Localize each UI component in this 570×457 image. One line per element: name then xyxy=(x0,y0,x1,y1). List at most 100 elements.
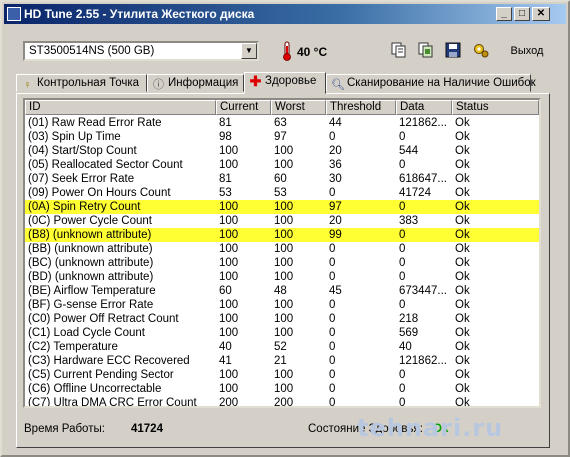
cell-data: 0 xyxy=(399,131,406,143)
exit-button[interactable]: Выход xyxy=(502,40,552,62)
tab-info-label: Информация xyxy=(168,77,239,89)
table-row[interactable]: (C7) Ultra DMA CRC Error Count 200 200 0 0 Ok xyxy=(25,396,539,408)
cell-status: Ok xyxy=(455,173,470,185)
cell-worst: 100 xyxy=(274,159,294,171)
table-row[interactable]: (03) Spin Up Time 98 97 0 0 Ok xyxy=(25,130,539,144)
tab-info[interactable]: ⓘ Информация xyxy=(147,74,244,92)
cell-status: Ok xyxy=(455,341,470,353)
cell-worst: 100 xyxy=(274,229,294,241)
cell-threshold: 99 xyxy=(329,229,342,241)
cell-threshold: 0 xyxy=(329,341,336,353)
health-icon: ✚ xyxy=(249,73,262,89)
drive-select[interactable]: ST3500514NS (500 GB) ▼ xyxy=(23,41,259,61)
column-header-data[interactable]: Data xyxy=(396,100,452,115)
table-row[interactable]: (C5) Current Pending Sector 100 100 0 0 Ok xyxy=(25,368,539,382)
cell-status: Ok xyxy=(455,145,470,157)
cell-threshold: 0 xyxy=(329,299,336,311)
title-bar[interactable]: HD Tune 2.55 - Утилита Жесткого диска _ … xyxy=(4,4,566,24)
cell-id: (C7) Ultra DMA CRC Error Count xyxy=(28,397,197,408)
cell-data: 0 xyxy=(399,271,406,283)
cell-id: (BE) Airflow Temperature xyxy=(28,285,156,297)
tab-error-scan-label: Сканирование на Наличие Ошибок xyxy=(347,77,536,89)
table-row[interactable]: (BF) G-sense Error Rate 100 100 0 0 Ok xyxy=(25,298,539,312)
cell-id: (BD) (unknown attribute) xyxy=(28,271,154,283)
save-icon[interactable] xyxy=(444,41,462,59)
table-row[interactable]: (C3) Hardware ECC Recovered 41 21 0 121862..… xyxy=(25,354,539,368)
table-row[interactable]: (BD) (unknown attribute) 100 100 0 0 Ok xyxy=(25,270,539,284)
cell-threshold: 0 xyxy=(329,383,336,395)
app-icon xyxy=(7,7,21,21)
tab-benchmark[interactable]: ♀ Контрольная Точка xyxy=(16,74,147,92)
table-row[interactable]: (01) Raw Read Error Rate 81 63 44 121862... O… xyxy=(25,116,539,130)
table-row[interactable]: (0C) Power Cycle Count 100 100 20 383 Ok xyxy=(25,214,539,228)
cell-data: 673447... xyxy=(399,285,447,297)
column-header-worst[interactable]: Worst xyxy=(271,100,326,115)
cell-id: (BB) (unknown attribute) xyxy=(28,243,153,255)
column-header-current[interactable]: Current xyxy=(216,100,271,115)
cell-data: 0 xyxy=(399,299,406,311)
table-row[interactable]: (0A) Spin Retry Count 100 100 97 0 Ok xyxy=(25,200,539,214)
table-row[interactable]: (04) Start/Stop Count 100 100 20 544 Ok xyxy=(25,144,539,158)
table-row[interactable]: (09) Power On Hours Count 53 53 0 41724 Ok xyxy=(25,186,539,200)
cell-id: (09) Power On Hours Count xyxy=(28,187,171,199)
cell-status: Ok xyxy=(455,117,470,129)
table-row[interactable]: (C1) Load Cycle Count 100 100 0 569 Ok xyxy=(25,326,539,340)
cell-current: 100 xyxy=(219,313,239,325)
table-row[interactable]: (BC) (unknown attribute) 100 100 0 0 Ok xyxy=(25,256,539,270)
cell-current: 100 xyxy=(219,327,239,339)
cell-data: 0 xyxy=(399,243,406,255)
options-icon[interactable] xyxy=(472,41,490,59)
cell-current: 81 xyxy=(219,117,232,129)
table-row[interactable]: (C6) Offline Uncorrectable 100 100 0 0 Ok xyxy=(25,382,539,396)
chevron-down-icon[interactable]: ▼ xyxy=(241,43,257,59)
cell-threshold: 0 xyxy=(329,271,336,283)
cell-status: Ok xyxy=(455,215,470,227)
column-header-id[interactable]: ID xyxy=(25,100,216,115)
close-button[interactable]: ✕ xyxy=(532,7,550,21)
cell-status: Ok xyxy=(455,313,470,325)
uptime-value: 41724 xyxy=(131,423,163,435)
cell-threshold: 44 xyxy=(329,117,342,129)
table-row[interactable]: (05) Reallocated Sector Count 100 100 36 0 Ok xyxy=(25,158,539,172)
table-row[interactable]: (C2) Temperature 40 52 0 40 Ok xyxy=(25,340,539,354)
smart-table[interactable]: ID Current Worst Threshold Data Status (… xyxy=(23,98,541,408)
cell-id: (C2) Temperature xyxy=(28,341,118,353)
cell-current: 100 xyxy=(219,159,239,171)
maximize-button[interactable]: □ xyxy=(514,7,530,21)
column-header-threshold[interactable]: Threshold xyxy=(326,100,396,115)
cell-id: (B8) (unknown attribute) xyxy=(28,229,152,241)
cell-current: 100 xyxy=(219,243,239,255)
table-row[interactable]: (BB) (unknown attribute) 100 100 0 0 Ok xyxy=(25,242,539,256)
copy-screenshot-icon[interactable] xyxy=(417,41,435,59)
cell-status: Ok xyxy=(455,397,470,408)
tab-health[interactable]: ✚ Здоровье xyxy=(244,72,326,94)
cell-id: (03) Spin Up Time xyxy=(28,131,121,143)
temperature-readout: 40 °C xyxy=(297,45,328,59)
benchmark-icon: ♀ xyxy=(23,79,32,91)
cell-worst: 100 xyxy=(274,313,294,325)
cell-id: (07) Seek Error Rate xyxy=(28,173,135,185)
cell-current: 100 xyxy=(219,145,239,157)
cell-data: 121862... xyxy=(399,117,447,129)
cell-current: 98 xyxy=(219,131,232,143)
health-panel: ID Current Worst Threshold Data Status (… xyxy=(16,93,550,448)
table-row[interactable]: (BE) Airflow Temperature 60 48 45 673447... O… xyxy=(25,284,539,298)
minimize-button[interactable]: _ xyxy=(496,7,512,21)
cell-id: (01) Raw Read Error Rate xyxy=(28,117,162,129)
cell-current: 100 xyxy=(219,257,239,269)
cell-current: 100 xyxy=(219,383,239,395)
tab-error-scan[interactable]: 🔍︎ Сканирование на Наличие Ошибок xyxy=(326,74,536,92)
table-row[interactable]: (07) Seek Error Rate 81 60 30 618647... Ok xyxy=(25,172,539,186)
cell-current: 60 xyxy=(219,285,232,297)
column-header-status[interactable]: Status xyxy=(452,100,539,115)
cell-data: 544 xyxy=(399,145,419,157)
table-row[interactable]: (B8) (unknown attribute) 100 100 99 0 Ok xyxy=(25,228,539,242)
table-row[interactable]: (C0) Power Off Retract Count 100 100 0 218 Ok xyxy=(25,312,539,326)
cell-worst: 21 xyxy=(274,355,287,367)
cell-threshold: 0 xyxy=(329,313,336,325)
cell-data: 0 xyxy=(399,159,406,171)
thermometer-icon xyxy=(283,41,291,61)
cell-threshold: 20 xyxy=(329,145,342,157)
cell-threshold: 30 xyxy=(329,173,342,185)
copy-info-icon[interactable] xyxy=(390,41,408,59)
